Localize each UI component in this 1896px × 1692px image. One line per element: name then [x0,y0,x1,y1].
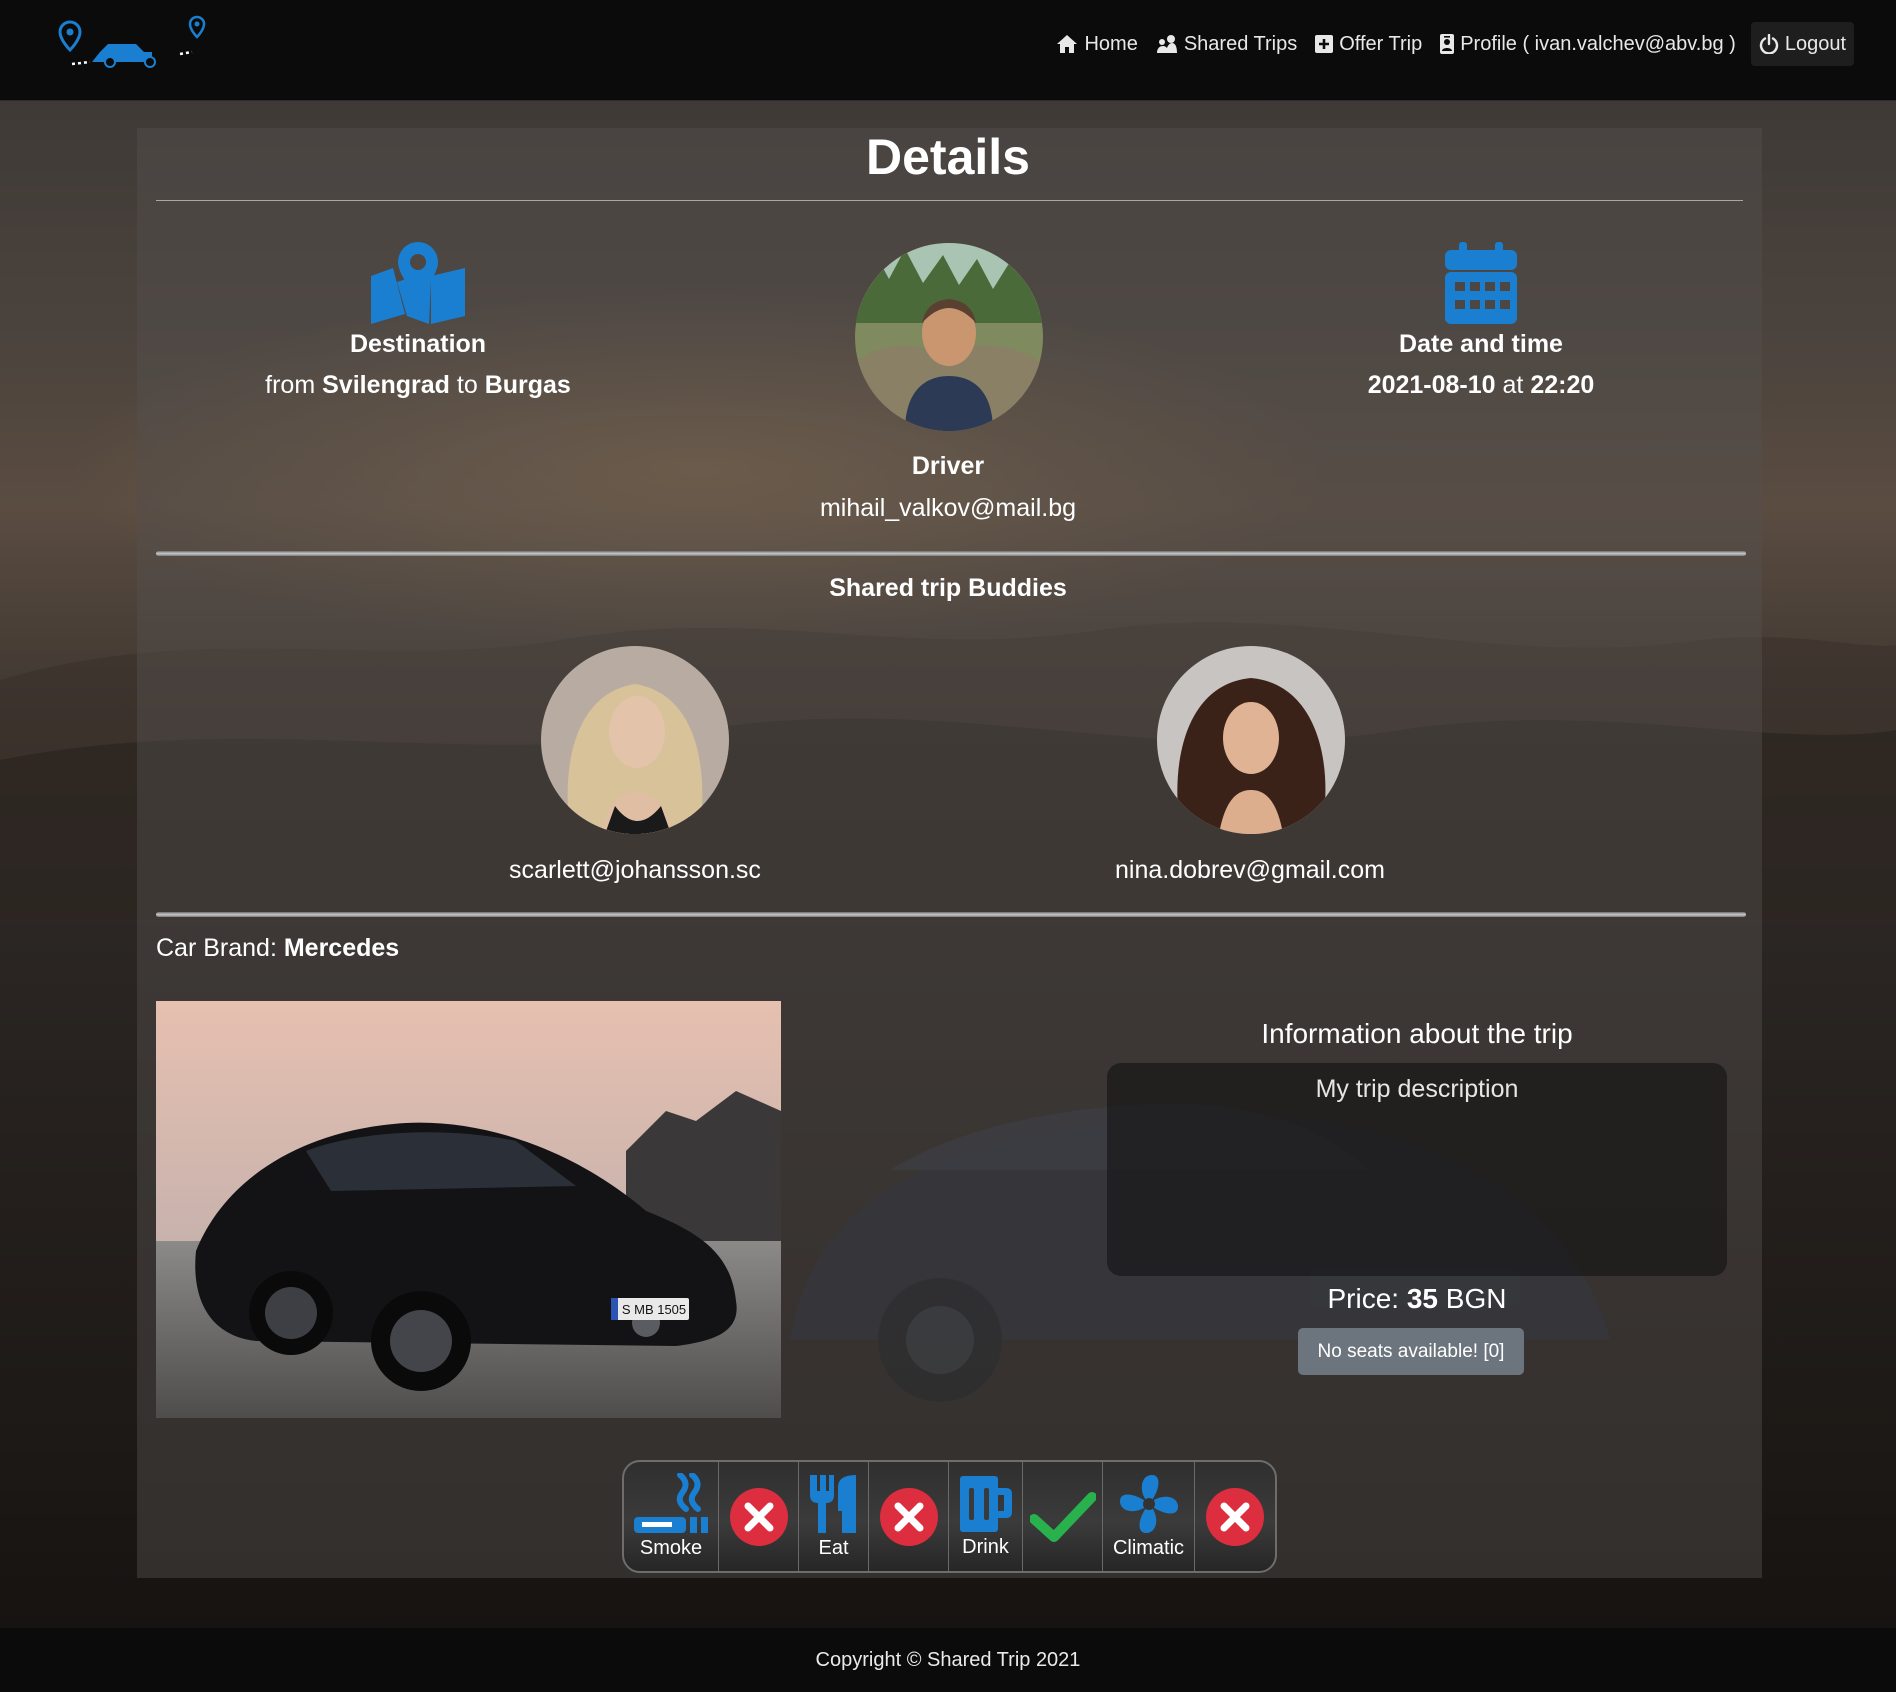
nav-links: Home Shared Trips Offer Trip Profile ( i… [1047,22,1854,66]
allow-check-icon [1029,1491,1096,1542]
trip-description: My trip description [1107,1063,1727,1276]
shared-trip-logo[interactable] [40,14,220,74]
smoke-status [719,1462,799,1571]
footer-copyright: Copyright © Shared Trip 2021 [815,1649,1081,1671]
amenities-bar: Smoke Eat Drink Climatic [622,1460,1277,1573]
beer-mug-icon [959,1476,1012,1532]
amenity-eat-label: Eat [818,1537,849,1559]
plus-square-icon [1315,35,1334,53]
destination-city: Burgas [484,371,571,399]
deny-icon [879,1487,938,1546]
origin-city: Svilengrad [322,371,450,399]
price-value: 35 [1406,1283,1439,1314]
car-brand-value: Mercedes [283,934,400,962]
amenity-smoke: Smoke [624,1462,719,1571]
id-badge-icon [1440,34,1455,54]
map-marked-icon [371,242,465,324]
deny-icon [729,1487,788,1546]
amenity-eat: Eat [799,1462,869,1571]
nav-shared-trips[interactable]: Shared Trips [1147,22,1306,66]
datetime-block: Date and time 2021-08-10 at 22:20 [1271,242,1691,400]
car-brand-label: Car Brand: [156,934,277,962]
trip-description-text: My trip description [1315,1075,1519,1103]
price-currency: BGN [1445,1283,1507,1314]
trip-info-title: Information about the trip [1261,1018,1573,1049]
climatic-status [1195,1462,1275,1571]
amenity-climatic-label: Climatic [1112,1537,1185,1559]
license-plate: S MB 1505 [622,1302,686,1317]
title-divider [156,200,1743,201]
destination-block: Destination from Svilengrad to Burgas [208,242,628,400]
nav-profile-label: Profile ( ivan.valchev@abv.bg ) [1460,32,1736,55]
utensils-icon [809,1475,856,1533]
trip-price: Price: 35 BGN [1107,1283,1727,1315]
no-seats-button[interactable]: No seats available! [0] [1298,1328,1524,1375]
datetime-value: 2021-08-10 at 22:20 [1271,371,1691,400]
smoking-icon [634,1473,708,1533]
footer: Copyright © Shared Trip 2021 [0,1628,1896,1692]
nav-profile[interactable]: Profile ( ivan.valchev@abv.bg ) [1431,22,1745,66]
page-title: Details [866,129,1030,185]
amenity-drink-label: Drink [962,1536,1009,1558]
top-navbar: Home Shared Trips Offer Trip Profile ( i… [0,0,1896,101]
car-brand: Car Brand: Mercedes [156,934,399,963]
nav-offer-trip-label: Offer Trip [1339,32,1423,55]
buddies-title: Shared trip Buddies [829,574,1067,602]
buddy-avatar-2[interactable] [1157,646,1345,834]
eat-status [869,1462,949,1571]
car-photo: S MB 1505 [156,1001,781,1418]
deny-icon [1206,1487,1264,1546]
driver-portrait [855,243,1043,431]
car-image: S MB 1505 [156,1001,781,1418]
nav-home[interactable]: Home [1047,22,1146,66]
destination-heading: Destination [349,330,487,358]
buddy-email-2: nina.dobrev@gmail.com [1115,856,1385,884]
trip-time: 22:20 [1530,371,1595,399]
datetime-heading: Date and time [1399,330,1563,358]
section-divider-1 [156,551,1746,556]
nav-home-label: Home [1084,32,1138,55]
buddy-portrait-1 [541,646,729,834]
power-icon [1759,34,1778,54]
amenity-smoke-label: Smoke [639,1537,703,1559]
home-icon [1057,35,1078,53]
buddy-avatar-1[interactable] [541,646,729,834]
shared-trips-icon [1156,35,1177,53]
from-word: from [265,371,316,399]
to-word: to [456,371,478,399]
at-word: at [1502,371,1524,399]
amenity-climatic: Climatic [1103,1462,1195,1571]
driver-avatar[interactable] [855,243,1043,431]
destination-route: from Svilengrad to Burgas [208,371,628,400]
calendar-icon [1445,242,1517,324]
buddy-email-1: scarlett@johansson.sc [509,856,761,884]
fan-icon [1119,1475,1178,1533]
nav-logout-label: Logout [1784,32,1846,55]
amenity-drink: Drink [949,1462,1023,1571]
driver-email: mihail_valkov@mail.bg [819,494,1077,522]
nav-shared-trips-label: Shared Trips [1183,32,1298,55]
driver-label: Driver [911,452,985,480]
trip-date: 2021-08-10 [1367,371,1496,399]
nav-offer-trip[interactable]: Offer Trip [1306,22,1431,66]
price-label: Price: [1327,1283,1400,1314]
section-divider-2 [156,912,1746,917]
buddy-portrait-2 [1157,646,1345,834]
drink-status [1023,1462,1103,1571]
nav-logout[interactable]: Logout [1750,22,1854,66]
